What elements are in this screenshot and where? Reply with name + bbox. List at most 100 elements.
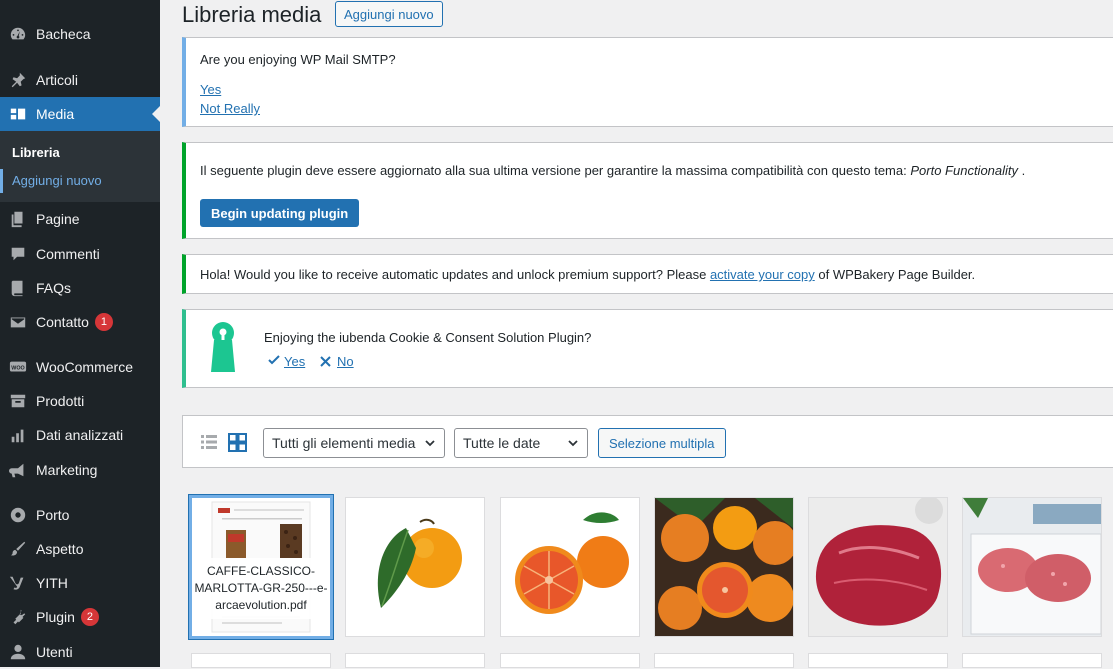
media-item[interactable] — [963, 654, 1101, 667]
media-item[interactable] — [809, 654, 947, 667]
menu-item-yith[interactable]: YITH — [0, 566, 160, 600]
media-item[interactable] — [192, 654, 330, 667]
notification-badge: 2 — [80, 608, 99, 626]
menu-item-label: FAQs — [36, 280, 72, 296]
burgers-image — [963, 498, 1101, 636]
menu-item-label: Dati analizzati — [36, 427, 124, 443]
menu-item-label: Aspetto — [36, 541, 84, 557]
media-item-oranges[interactable] — [655, 498, 793, 636]
add-new-button[interactable]: Aggiungi nuovo — [335, 1, 443, 27]
submenu-aggiungi-nuovo[interactable]: Aggiungi nuovo — [12, 173, 102, 188]
media-item-burgers[interactable] — [963, 498, 1101, 636]
menu-item-media[interactable]: Media — [0, 97, 160, 131]
user-icon — [8, 642, 28, 662]
check-icon — [268, 354, 280, 369]
yith-icon — [8, 573, 28, 593]
plugin-update-period: . — [1021, 163, 1026, 178]
menu-item-label: Prodotti — [36, 393, 85, 409]
chart-icon — [8, 425, 28, 445]
menu-item-label: Bacheca — [36, 26, 91, 42]
close-icon — [320, 355, 331, 370]
menu-item-pagine[interactable]: Pagine — [0, 202, 160, 236]
pages-icon — [8, 209, 28, 229]
menu-item-marketing[interactable]: Marketing — [0, 453, 160, 487]
book-icon — [8, 278, 28, 298]
blood-orange-image — [501, 498, 639, 636]
smtp-notice: Are you enjoying WP Mail SMTP? Yes Not R… — [182, 37, 1113, 127]
plugin-update-notice: Il seguente plugin deve essere aggiornat… — [182, 142, 1113, 239]
menu-item-articoli[interactable]: Articoli — [0, 63, 160, 97]
svg-text:WOO: WOO — [11, 365, 24, 371]
menu-item-label: Pagine — [36, 211, 80, 227]
steak-image — [809, 498, 947, 636]
menu-item-utenti[interactable]: Utenti — [0, 635, 160, 669]
media-item[interactable] — [346, 654, 484, 667]
menu-item-contatto[interactable]: Contatto 1 — [0, 305, 160, 339]
menu-item-porto[interactable]: Porto — [0, 498, 160, 532]
brush-icon — [8, 539, 28, 559]
plugin-update-text: Il seguente plugin deve essere aggiornat… — [200, 163, 907, 178]
media-date-filter[interactable]: Tutte le date — [454, 428, 588, 458]
menu-item-label: YITH — [36, 575, 68, 591]
pin-icon — [8, 70, 28, 90]
menu-item-label: Marketing — [36, 462, 98, 478]
grid-view-icon[interactable] — [228, 433, 247, 457]
menu-item-commenti[interactable]: Commenti — [0, 237, 160, 271]
pdf-filename: CAFFE-CLASSICO-MARLOTTA-GR-250---e-arcae… — [192, 558, 330, 619]
media-submenu: Libreria Aggiungi nuovo — [0, 131, 160, 202]
iubenda-no-link[interactable]: No — [337, 354, 354, 369]
plugin-icon — [8, 607, 28, 627]
menu-item-label: Plugin — [36, 609, 75, 625]
plugin-name: Porto Functionality — [910, 163, 1019, 178]
woo-icon: WOO — [8, 357, 28, 377]
iubenda-logo-icon — [208, 322, 238, 377]
menu-item-label: Utenti — [36, 644, 73, 660]
wpbakery-text-after: of WPBakery Page Builder. — [818, 267, 976, 282]
media-item[interactable] — [655, 654, 793, 667]
iubenda-question: Enjoying the iubenda Cookie & Consent So… — [264, 330, 592, 345]
wpbakery-message: Hola! Would you like to receive automati… — [200, 267, 975, 282]
bulk-select-button[interactable]: Selezione multipla — [598, 428, 726, 458]
orange-image — [346, 498, 484, 636]
mail-icon — [8, 312, 28, 332]
media-type-filter[interactable]: Tutti gli elementi media — [263, 428, 445, 458]
dashboard-icon — [8, 24, 28, 44]
begin-updating-plugin-button[interactable]: Begin updating plugin — [200, 199, 360, 227]
menu-item-woocommerce[interactable]: WOO WooCommerce — [0, 350, 160, 384]
menu-item-dati-analizzati[interactable]: Dati analizzati — [0, 418, 160, 452]
media-item-blood-orange[interactable] — [501, 498, 639, 636]
oranges-image — [655, 498, 793, 636]
submenu-libreria[interactable]: Libreria — [12, 145, 60, 160]
menu-item-plugin[interactable]: Plugin 2 — [0, 600, 160, 634]
chevron-down-icon — [568, 440, 578, 447]
iubenda-yes-link[interactable]: Yes — [284, 354, 305, 369]
media-item-orange-leaf[interactable] — [346, 498, 484, 636]
menu-item-bacheca[interactable]: Bacheca — [0, 17, 160, 51]
menu-item-label: Contatto — [36, 314, 89, 330]
list-view-icon[interactable] — [200, 433, 218, 456]
page-title: Libreria media — [182, 2, 322, 27]
activate-copy-link[interactable]: activate your copy — [710, 267, 815, 282]
menu-item-label: Commenti — [36, 246, 100, 262]
media-item-steak[interactable] — [809, 498, 947, 636]
megaphone-icon — [8, 460, 28, 480]
smtp-not-really-link[interactable]: Not Really — [200, 101, 260, 116]
menu-item-label: WooCommerce — [36, 359, 133, 375]
smtp-question: Are you enjoying WP Mail SMTP? — [200, 52, 396, 67]
media-item-pdf[interactable]: CAFFE-CLASSICO-MARLOTTA-GR-250---e-arcae… — [192, 498, 330, 636]
media-toolbar: Tutti gli elementi media Tutte le date S… — [182, 415, 1113, 468]
wpbakery-notice: Hola! Would you like to receive automati… — [182, 254, 1113, 294]
menu-item-faqs[interactable]: FAQs — [0, 271, 160, 305]
menu-item-prodotti[interactable]: Prodotti — [0, 384, 160, 418]
smtp-yes-link[interactable]: Yes — [200, 82, 221, 97]
comments-icon — [8, 244, 28, 264]
plugin-update-message: Il seguente plugin deve essere aggiornat… — [200, 163, 1025, 178]
wpbakery-text-before: Hola! Would you like to receive automati… — [200, 267, 707, 282]
menu-item-label: Media — [36, 106, 75, 122]
admin-sidebar: Bacheca Articoli Media Libreria Aggiungi… — [0, 0, 160, 667]
media-date-filter-value: Tutte le date — [463, 435, 541, 451]
media-item[interactable] — [501, 654, 639, 667]
menu-item-aspetto[interactable]: Aspetto — [0, 532, 160, 566]
submenu-marker — [0, 169, 3, 193]
circle-icon — [8, 505, 28, 525]
